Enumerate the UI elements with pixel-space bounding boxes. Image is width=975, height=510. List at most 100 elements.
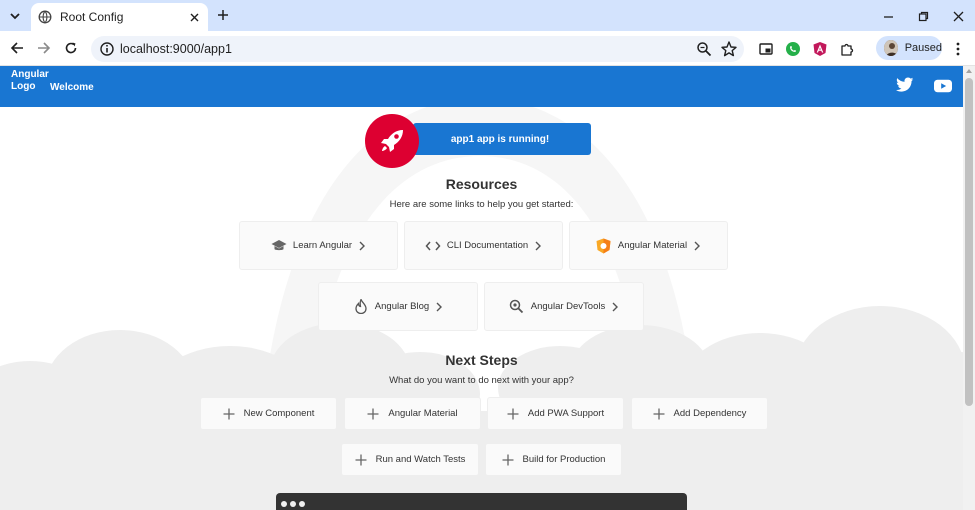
- chevron-down-icon: [10, 12, 20, 19]
- card-learn-angular[interactable]: Learn Angular: [239, 221, 398, 270]
- zoom-icon[interactable]: [696, 41, 712, 57]
- extensions-button[interactable]: [838, 40, 856, 58]
- chevron-right-icon: [359, 241, 366, 250]
- step-label: Build for Production: [522, 454, 606, 465]
- close-icon: [953, 11, 963, 21]
- angular-logo: Angular Logo: [11, 69, 49, 92]
- card-label: Angular Material: [617, 240, 688, 251]
- scroll-up-arrow-icon[interactable]: [966, 69, 972, 73]
- profile-button[interactable]: Paused: [876, 36, 942, 60]
- step-label: Angular Material: [388, 408, 458, 419]
- address-bar[interactable]: localhost:9000/app1: [91, 36, 744, 62]
- step-label: Add PWA Support: [527, 408, 605, 419]
- tab-title: Root Config: [60, 10, 124, 24]
- step-label: Add Dependency: [673, 408, 747, 419]
- step-new-component[interactable]: New Component: [200, 397, 337, 430]
- chevron-right-icon: [612, 302, 619, 311]
- extension-green-button[interactable]: [784, 40, 802, 58]
- close-window-button[interactable]: [948, 6, 968, 26]
- new-tab-button[interactable]: [214, 6, 232, 24]
- youtube-icon[interactable]: [934, 79, 952, 93]
- terminal-dot: [299, 501, 305, 507]
- tab-search-button[interactable]: [5, 6, 25, 26]
- chevron-right-icon: [436, 302, 443, 311]
- step-add-pwa-support[interactable]: Add PWA Support: [487, 397, 624, 430]
- plus-icon: [223, 408, 235, 419]
- app-header: Angular Logo Welcome: [0, 66, 963, 107]
- page-scrollbar[interactable]: [963, 66, 975, 510]
- plus-icon: [218, 10, 228, 20]
- material-shield-icon: [596, 238, 611, 253]
- welcome-text: Welcome: [50, 82, 94, 93]
- plus-icon: [507, 408, 519, 419]
- terminal-dot: [290, 501, 296, 507]
- picture-in-picture-icon: [759, 43, 773, 55]
- plus-icon: [367, 408, 379, 419]
- plus-icon: [502, 454, 514, 465]
- twitter-icon[interactable]: [896, 77, 914, 93]
- card-label: CLI Documentation: [446, 240, 529, 251]
- bookmark-star-icon[interactable]: [720, 40, 738, 58]
- person-avatar-icon: [884, 40, 898, 56]
- terminal-window: [276, 493, 687, 510]
- step-label: Run and Watch Tests: [375, 454, 466, 465]
- arrow-right-icon: [38, 42, 51, 54]
- whatsapp-extension-icon: [786, 42, 800, 56]
- card-cli-documentation[interactable]: CLI Documentation: [404, 221, 563, 270]
- avatar: [884, 40, 898, 56]
- browser-tab-root-config[interactable]: Root Config: [31, 3, 208, 31]
- url-text[interactable]: localhost:9000/app1: [120, 42, 232, 56]
- step-label: New Component: [243, 408, 315, 419]
- step-run-and-watch-tests[interactable]: Run and Watch Tests: [341, 443, 479, 476]
- devtools-magnify-icon: [510, 299, 524, 314]
- browser-tab-strip: Root Config: [0, 0, 975, 31]
- reload-button[interactable]: [61, 38, 81, 58]
- rocket-badge: [365, 114, 419, 168]
- restore-button[interactable]: [913, 6, 933, 26]
- minimize-icon: [883, 15, 893, 18]
- tab-close-button[interactable]: [186, 9, 202, 25]
- picture-in-picture-button[interactable]: [757, 40, 775, 58]
- card-angular-devtools[interactable]: Angular DevTools: [484, 282, 644, 331]
- page-viewport: Angular Logo Welcome app1 app is running…: [0, 66, 963, 510]
- close-icon: [190, 13, 198, 21]
- next-steps-title: Next Steps: [445, 352, 518, 368]
- rocket-icon: [381, 130, 403, 152]
- flame-icon: [355, 299, 367, 314]
- next-steps-subtitle: What do you want to do next with your ap…: [389, 375, 574, 386]
- profile-status-label: Paused: [904, 42, 942, 54]
- card-label: Angular DevTools: [530, 301, 606, 312]
- card-label: Learn Angular: [292, 240, 353, 251]
- code-icon: [425, 241, 441, 250]
- app-running-text: app1 app is running!: [450, 133, 550, 145]
- plus-icon: [355, 454, 367, 465]
- browser-toolbar: localhost:9000/app1 Paused: [0, 31, 975, 66]
- chevron-right-icon: [694, 241, 701, 250]
- card-label: Angular Blog: [374, 301, 430, 312]
- app-running-banner: app1 app is running!: [413, 123, 591, 155]
- site-info-icon[interactable]: [99, 41, 115, 57]
- resources-title: Resources: [445, 176, 518, 192]
- arrow-left-icon: [10, 42, 23, 54]
- extension-angular-button[interactable]: [811, 40, 829, 58]
- scroll-thumb[interactable]: [965, 78, 973, 406]
- back-button[interactable]: [7, 38, 27, 58]
- globe-icon: [38, 10, 52, 24]
- minimize-button[interactable]: [878, 6, 898, 26]
- resources-subtitle: Here are some links to help you get star…: [389, 199, 574, 210]
- kebab-menu-icon: [956, 42, 960, 56]
- card-angular-blog[interactable]: Angular Blog: [318, 282, 478, 331]
- step-angular-material[interactable]: Angular Material: [344, 397, 481, 430]
- chevron-right-icon: [535, 241, 542, 250]
- forward-button[interactable]: [34, 38, 54, 58]
- terminal-dot: [281, 501, 287, 507]
- restore-icon: [918, 11, 928, 21]
- step-add-dependency[interactable]: Add Dependency: [631, 397, 768, 430]
- angular-devtools-extension-icon: [813, 42, 827, 56]
- browser-menu-button[interactable]: [950, 40, 966, 58]
- plus-icon: [653, 408, 665, 419]
- card-angular-material[interactable]: Angular Material: [569, 221, 728, 270]
- puzzle-icon: [840, 43, 853, 56]
- step-build-for-production[interactable]: Build for Production: [485, 443, 622, 476]
- reload-icon: [65, 42, 77, 54]
